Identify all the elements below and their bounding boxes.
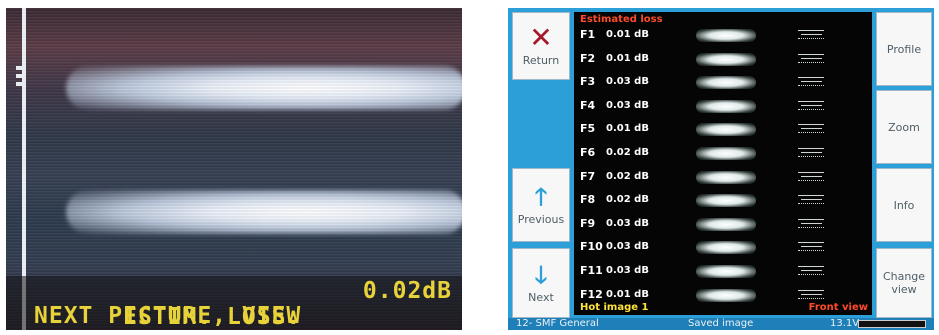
cursor-tick: [16, 74, 22, 78]
fiber-core-image: [696, 123, 756, 137]
fiber-id: F9: [580, 216, 596, 230]
fiber-row: F9 0.03 dB: [574, 213, 872, 235]
fiber-loss-value: 0.02 dB: [606, 194, 649, 206]
status-preset: 12- SMF General: [516, 318, 599, 329]
fiber-image-bottom: [66, 190, 462, 234]
fiber-core-image: [696, 265, 756, 278]
fiber-id: F1: [580, 28, 596, 41]
fiber-loss-value: 0.01 dB: [606, 123, 649, 135]
fiber-row: F7 0.02 dB: [574, 166, 872, 188]
fiber-id: F7: [580, 169, 596, 183]
fiber-core-image: [696, 194, 756, 208]
fiber-profile-trace: [798, 74, 824, 90]
zoom-button[interactable]: Zoom: [876, 90, 932, 164]
info-button[interactable]: Info: [876, 168, 932, 242]
return-button-label: Return: [522, 53, 560, 67]
fiber-id: F2: [580, 51, 596, 65]
battery-icon: [858, 320, 926, 328]
fiber-loss-value: 0.03 dB: [606, 99, 649, 111]
fiber-id: F8: [580, 193, 596, 207]
front-view-label: Front view: [808, 302, 868, 313]
fiber-core-image: [696, 76, 756, 90]
osd-loss-value: 0.02dB: [362, 278, 452, 304]
arrow-down-icon: 🡓: [534, 260, 548, 289]
previous-button-label: Previous: [517, 212, 565, 226]
change-view-button[interactable]: Change view: [876, 248, 932, 318]
cursor-tick: [16, 82, 22, 86]
close-x-icon: ✕: [529, 20, 553, 54]
fiber-loss-value: 0.03 dB: [606, 76, 649, 88]
fiber-row: F10 0.03 dB: [574, 236, 872, 258]
fiber-row: F5 0.01 dB: [574, 118, 872, 140]
fiber-id: F11: [580, 264, 603, 277]
arrow-up-icon: 🡑: [534, 182, 548, 211]
fiber-profile-trace: [798, 216, 824, 232]
splicer-camera-view: ESTIM. LOSS: 0.02dB NEXT PICTURE, VIEW: [6, 8, 462, 330]
fiber-loss-value: 0.02 dB: [606, 170, 649, 182]
cursor-tick: [16, 66, 22, 70]
info-button-label: Info: [893, 198, 915, 212]
fiber-core-image: [696, 288, 756, 302]
fiber-row: F6 0.02 dB: [574, 142, 872, 164]
next-button-label: Next: [528, 290, 554, 304]
fiber-row: F2 0.01 dB: [574, 48, 872, 70]
fiber-profile-trace: [798, 98, 824, 114]
fiber-core-image: [696, 52, 756, 66]
fiber-profile-trace: [798, 263, 824, 279]
fiber-id: F10: [580, 240, 603, 254]
fiber-loss-value: 0.03 dB: [606, 241, 649, 253]
fiber-row: F3 0.03 dB: [574, 71, 872, 93]
fiber-loss-value: 0.03 dB: [606, 217, 649, 229]
next-button[interactable]: 🡓 Next: [512, 248, 570, 318]
fiber-image-top: [66, 66, 462, 110]
fiber-row: F8 0.02 dB: [574, 189, 872, 211]
fiber-core-image: [696, 29, 756, 42]
fiber-core-image: [696, 217, 756, 231]
previous-button[interactable]: 🡑 Previous: [512, 168, 570, 242]
fiber-core-image: [696, 99, 756, 113]
fiber-id: F3: [580, 75, 596, 89]
fiber-row: F1 0.01 dB: [574, 24, 872, 46]
fiber-profile-trace: [798, 192, 824, 208]
return-button[interactable]: ✕ Return: [512, 12, 570, 80]
zoom-button-label: Zoom: [888, 120, 920, 134]
fiber-profile-trace: [798, 169, 824, 185]
fiber-profile-trace: [798, 121, 824, 137]
fiber-loss-value: 0.01 dB: [606, 288, 649, 300]
fiber-row: F4 0.03 dB: [574, 95, 872, 117]
fiber-loss-value: 0.01 dB: [606, 29, 649, 40]
fiber-core-image: [696, 170, 756, 184]
fiber-core-image: [696, 241, 756, 255]
fiber-id: F6: [580, 146, 596, 159]
fiber-profile-trace: [798, 145, 824, 161]
profile-button[interactable]: Profile: [876, 12, 932, 86]
fiber-profile-trace: [798, 27, 824, 43]
fiber-id: F5: [580, 122, 596, 136]
osd-loss-line: ESTIM. LOSS: 0.02dB: [34, 278, 452, 330]
fiber-image-panel: Estimated loss F1 0.01 dB F2 0.01 dB F3 0.03 …: [574, 12, 872, 315]
osd-panel: ESTIM. LOSS: 0.02dB NEXT PICTURE, VIEW: [6, 276, 462, 330]
change-view-button-label: Change view: [882, 270, 926, 296]
status-voltage: 13.1V: [830, 318, 860, 329]
hot-image-label: Hot image 1: [580, 302, 649, 313]
fiber-id: F12: [580, 287, 603, 301]
fiber-analysis-screen: ✕ Return 🡑 Previous 🡓 Next Profile Zoom …: [508, 8, 934, 330]
fiber-core-image: [696, 147, 756, 160]
profile-button-label: Profile: [886, 42, 922, 56]
fiber-row: F11 0.03 dB: [574, 260, 872, 282]
fiber-profile-trace: [798, 51, 824, 67]
status-saved: Saved image: [688, 318, 754, 329]
fiber-loss-value: 0.02 dB: [606, 147, 649, 158]
status-bar: 12- SMF General Saved image 13.1V: [508, 318, 934, 330]
fiber-profile-trace: [798, 239, 824, 255]
fiber-profile-trace: [798, 287, 824, 303]
fiber-loss-value: 0.03 dB: [606, 265, 649, 276]
fiber-loss-value: 0.01 dB: [606, 52, 649, 64]
fiber-id: F4: [580, 98, 596, 112]
osd-next-line: NEXT PICTURE, VIEW: [34, 303, 302, 329]
